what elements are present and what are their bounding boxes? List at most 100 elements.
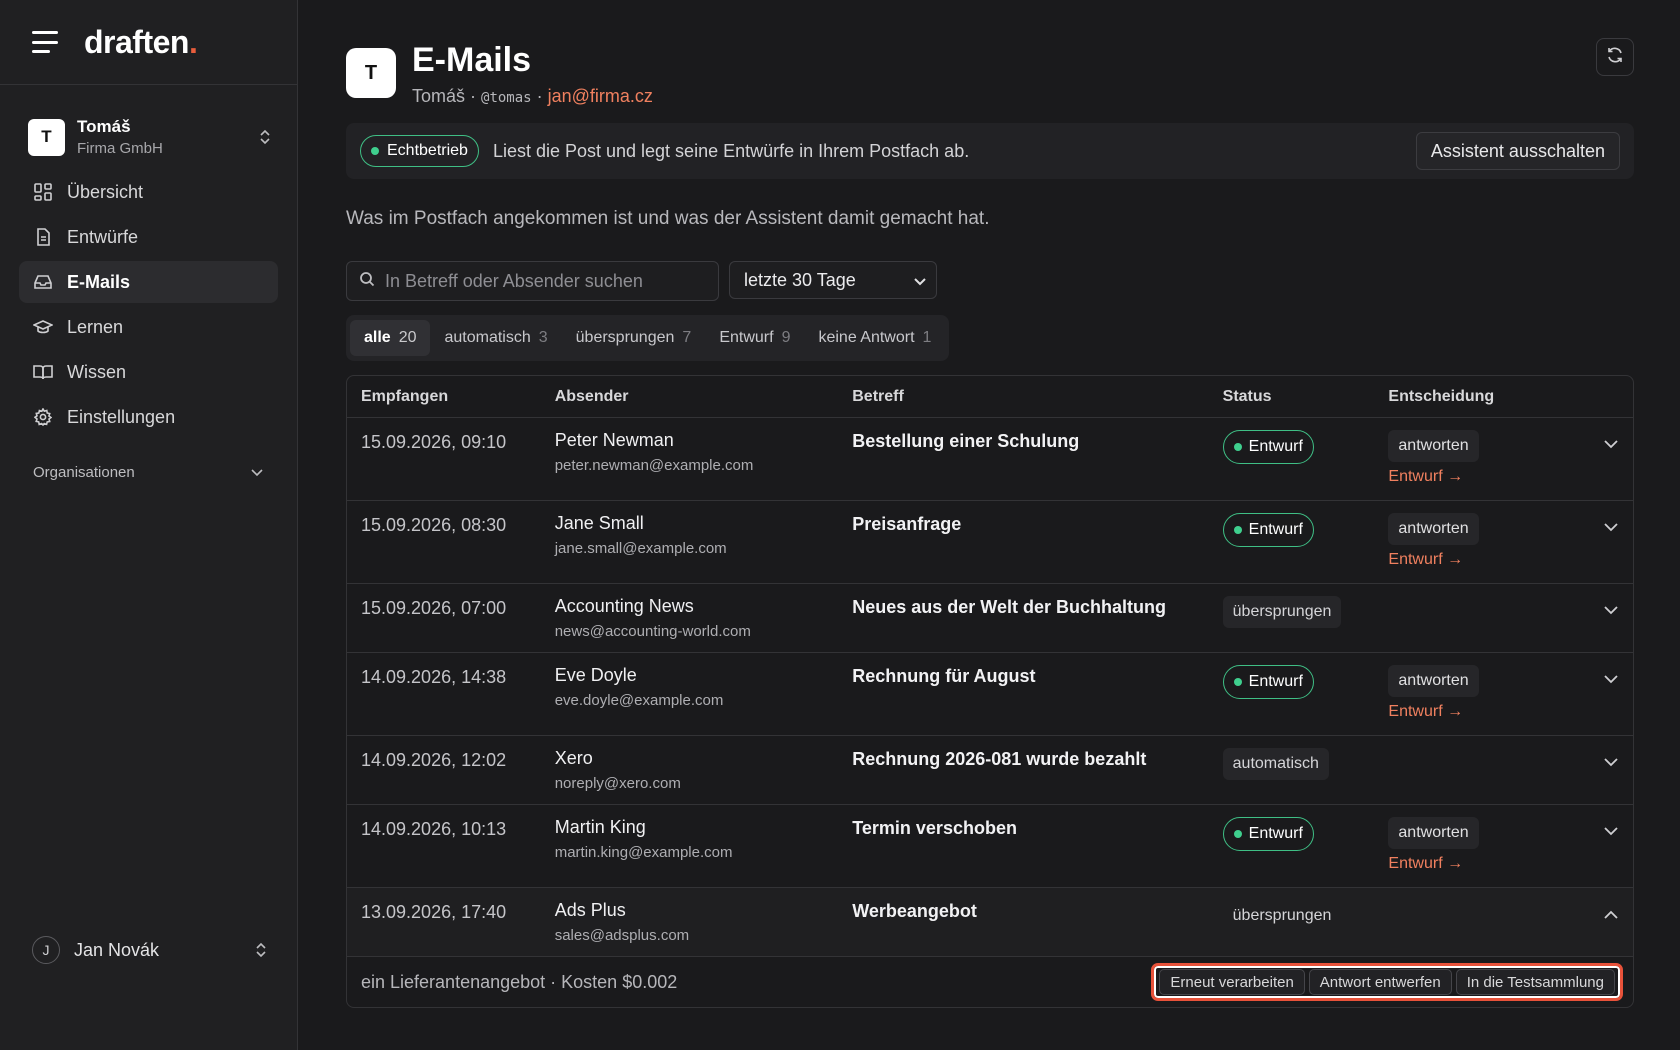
status-label: Entwurf [1248,521,1303,538]
detail-actions: Erneut verarbeiten Antwort entwerfen In … [1151,963,1623,1001]
expand-button[interactable] [1588,748,1633,804]
status-label: Entwurf [1248,825,1303,842]
draft-link[interactable]: Entwurf → [1388,703,1588,721]
account-email[interactable]: jan@firma.cz [548,86,653,106]
sender-email: peter.newman@example.com [554,457,754,474]
row-date: 14.09.2026, 10:13 [361,819,507,839]
account-meta: Tomáš · @tomas · jan@firma.cz [412,86,1596,107]
separator: · [465,86,482,106]
chevron-down-icon [1603,823,1618,887]
row-detail: ein Lieferantenangebot · Kosten $0.002 E… [347,957,1633,1007]
row-subject: Preisanfrage [852,514,962,534]
col-empfangen[interactable]: Empfangen [347,388,555,406]
expand-button[interactable] [1588,430,1633,500]
row-date: 13.09.2026, 17:40 [361,902,507,922]
status-label: Entwurf [1248,673,1303,690]
main-nav: Übersicht Entwürfe E-Mails Lernen Wissen… [0,171,297,438]
status-dot [1233,830,1242,838]
sender-name: Peter Newman [554,430,674,450]
tab-automatisch[interactable]: automatisch 3 [430,320,561,356]
menu-icon[interactable] [32,31,58,53]
org-switcher[interactable]: T Tomáš Firma GmbH [28,117,272,157]
col-betreff[interactable]: Betreff [852,388,1222,406]
row-date: 15.09.2026, 09:10 [361,432,507,452]
account-avatar: T [346,48,396,98]
user-menu[interactable]: J Jan Novák [32,936,268,964]
col-status[interactable]: Status [1223,388,1389,406]
graduation-cap-icon [33,317,53,337]
tab-uebersprungen[interactable]: übersprungen 7 [562,320,706,356]
org-avatar: T [28,118,65,156]
row-subject: Bestellung einer Schulung [852,431,1080,451]
tab-count: 1 [922,329,932,346]
status-badge: automatisch [1222,748,1329,780]
nav-item-uebersicht[interactable]: Übersicht [19,171,278,213]
nav-item-einstellungen[interactable]: Einstellungen [19,396,278,438]
table-row[interactable]: 15.09.2026, 08:30 Jane Small jane.small@e… [347,501,1633,584]
chevron-down-icon [251,464,263,481]
refresh-button[interactable] [1596,38,1634,76]
collapse-button[interactable] [1588,900,1633,956]
period-select[interactable]: letzte 30 Tage [729,261,937,299]
tab-alle[interactable]: alle 20 [350,320,431,356]
chevron-down-icon [1603,519,1618,583]
sender-name: Ads Plus [554,900,626,920]
account-owner: Tomáš [412,86,466,106]
mode-badge-label: Echtbetrieb [387,142,468,159]
table-row[interactable]: 15.09.2026, 09:10 Peter Newman peter.newm… [347,418,1633,501]
col-entscheidung[interactable]: Entscheidung [1388,388,1588,406]
table-row[interactable]: 14.09.2026, 14:38 Eve Doyle eve.doyle@exa… [347,653,1633,736]
book-icon [33,362,53,382]
page-title: E-Mails [412,41,532,79]
table-row[interactable]: 14.09.2026, 12:02 Xero noreply@xero.com R… [347,736,1633,805]
reprocess-button[interactable]: Erneut verarbeiten [1159,969,1305,995]
status-badge: übersprungen [1232,907,1332,924]
tab-entwurf[interactable]: Entwurf 9 [705,320,804,356]
row-subject: Rechnung für August [852,666,1036,686]
disable-assistant-button[interactable]: Assistent ausschalten [1415,132,1620,170]
draft-link[interactable]: Entwurf → [1388,551,1588,569]
page-description: Was im Postfach angekommen ist und was d… [346,208,990,229]
separator: · [531,86,548,106]
draft-link[interactable]: Entwurf → [1388,468,1588,486]
gear-icon [33,407,53,427]
account-handle: @tomas [481,90,532,106]
organisations-label: Organisationen [33,464,135,481]
main-content: T E-Mails Tomáš · @tomas · jan@firma.cz … [346,0,1634,1008]
col-absender[interactable]: Absender [555,388,853,406]
sender-name: Martin King [554,817,646,837]
status-dot [1233,678,1242,686]
tab-count: 9 [781,329,791,346]
table-row[interactable]: 15.09.2026, 07:00 Accounting News news@ac… [347,584,1633,653]
draft-reply-button[interactable]: Antwort entwerfen [1308,969,1452,995]
add-to-testset-button[interactable]: In die Testsammlung [1455,969,1615,995]
table-row[interactable]: 13.09.2026, 17:40 Ads Plus sales@adsplus.… [347,888,1633,957]
sidebar: draften. T Tomáš Firma GmbH Übersicht En… [0,0,298,1050]
expand-button[interactable] [1588,513,1633,583]
nav-item-wissen[interactable]: Wissen [19,351,278,393]
brand-bar: draften. [0,0,297,85]
expand-button[interactable] [1588,665,1633,735]
org-name: Tomáš [77,117,131,136]
draft-link[interactable]: Entwurf → [1388,855,1588,873]
nav-item-entwuerfe[interactable]: Entwürfe [19,216,278,258]
inbox-icon [33,272,53,292]
row-subject: Rechnung 2026-081 wurde bezahlt [852,749,1147,769]
nav-label: Wissen [67,361,127,382]
nav-item-emails[interactable]: E-Mails [19,261,278,303]
table-row[interactable]: 14.09.2026, 10:13 Martin King martin.king… [347,805,1633,888]
row-subject: Werbeangebot [852,901,977,921]
search-input[interactable] [385,270,705,292]
expand-button[interactable] [1588,817,1633,887]
sender-email: news@accounting-world.com [554,623,751,640]
search-icon [359,271,375,292]
search-field[interactable] [346,261,719,301]
expand-button[interactable] [1588,596,1633,652]
sender-name: Jane Small [554,513,644,533]
chevron-down-icon [914,270,926,291]
status-badge: Entwurf [1222,430,1314,464]
tab-keine-antwort[interactable]: keine Antwort 1 [804,320,945,356]
organisations-toggle[interactable]: Organisationen [33,464,263,481]
emails-table: Empfangen Absender Betreff Status Entsch… [346,375,1634,1008]
nav-item-lernen[interactable]: Lernen [19,306,278,348]
